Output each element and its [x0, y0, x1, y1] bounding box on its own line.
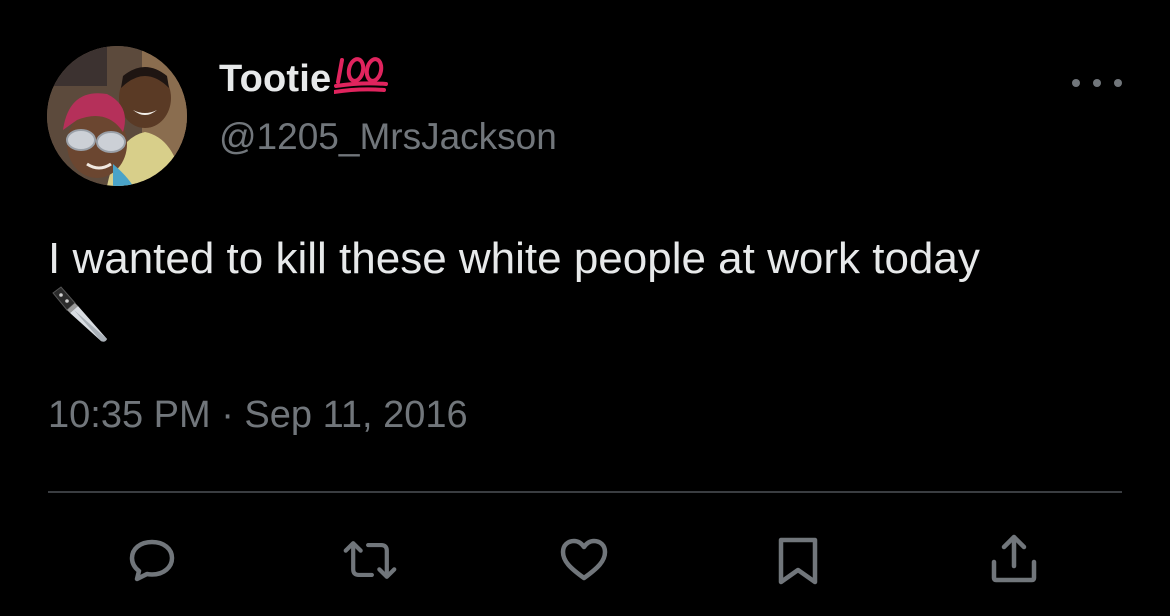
share-button[interactable] — [986, 532, 1042, 588]
tweet: Tootie @1205_MrsJackson I wanted to kill… — [0, 0, 1170, 616]
bookmark-icon — [778, 537, 818, 585]
heart-icon — [560, 538, 608, 581]
retweet-icon — [343, 541, 397, 579]
like-button[interactable] — [556, 532, 612, 588]
kitchen-knife-emoji — [47, 283, 111, 347]
share-icon — [991, 534, 1037, 583]
reply-icon — [129, 539, 175, 582]
avatar[interactable] — [47, 46, 187, 186]
retweet-button[interactable] — [342, 532, 398, 588]
more-dot — [1093, 79, 1101, 87]
display-name-text: Tootie — [219, 58, 332, 100]
avatar-photo — [47, 46, 187, 186]
more-dot — [1072, 79, 1080, 87]
bookmark-button[interactable] — [770, 532, 826, 588]
more-options-icon[interactable] — [1072, 68, 1122, 98]
hundred-points-emoji — [332, 52, 390, 106]
user-handle[interactable]: @1205_MrsJackson — [219, 116, 557, 158]
divider — [48, 491, 1122, 493]
tweet-text: I wanted to kill these white people at w… — [48, 234, 980, 283]
display-name[interactable]: Tootie — [219, 57, 390, 106]
reply-button[interactable] — [124, 532, 180, 588]
timestamp[interactable]: 10:35 PM · Sep 11, 2016 — [48, 394, 468, 437]
more-dot — [1114, 79, 1122, 87]
